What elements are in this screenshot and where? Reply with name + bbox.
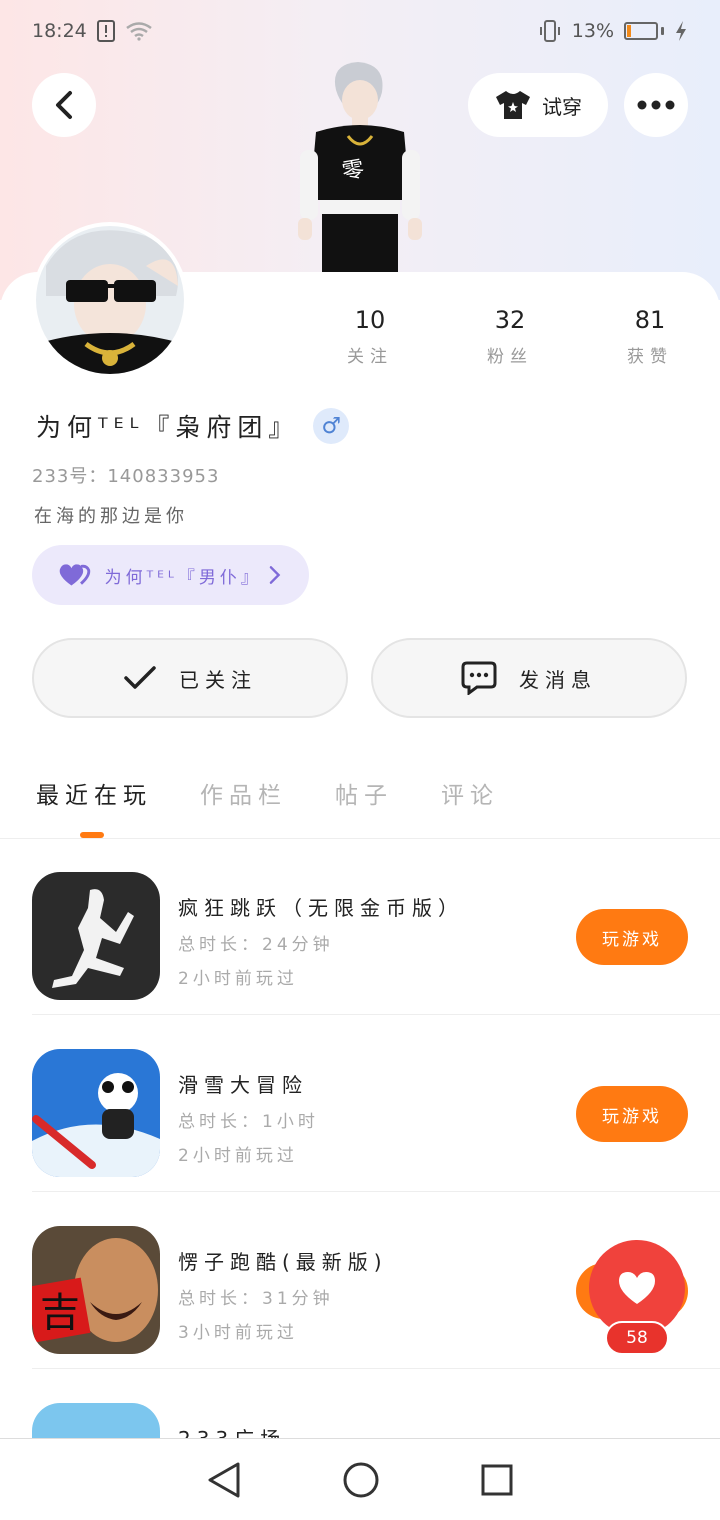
battery-fill bbox=[627, 25, 631, 37]
male-gender-icon: ♂ bbox=[313, 408, 350, 444]
check-icon bbox=[124, 666, 156, 689]
nav-back-icon[interactable] bbox=[206, 1461, 242, 1499]
charging-icon bbox=[676, 21, 686, 41]
nav-recents-icon[interactable] bbox=[480, 1463, 514, 1497]
following-button[interactable]: 已关注 bbox=[32, 638, 348, 718]
stat-fans[interactable]: 32 粉丝 bbox=[440, 306, 580, 367]
wifi-icon bbox=[126, 22, 152, 41]
try-on-button[interactable]: 试穿 bbox=[468, 73, 608, 137]
avatar-character: 零 bbox=[298, 62, 422, 275]
profile-page: 18:24 13% 零 试穿 10 关注 32 粉丝 81 获赞 为何ᵀᴱᴸ『枭… bbox=[0, 0, 720, 1520]
following-label: 关注 bbox=[347, 347, 393, 367]
following-button-label: 已关注 bbox=[179, 667, 257, 692]
following-count: 10 bbox=[354, 306, 386, 334]
game-icon-ski-safari bbox=[32, 1049, 160, 1177]
chat-bubble-icon bbox=[461, 661, 497, 695]
game-icon-crazy-jump bbox=[32, 872, 160, 1000]
status-bar: 18:24 13% bbox=[0, 0, 720, 62]
battery-icon bbox=[624, 22, 664, 40]
game-name: 愣子跑酷(最新版) bbox=[178, 1250, 388, 1274]
likes-label: 获赞 bbox=[627, 347, 673, 367]
status-time: 18:24 bbox=[32, 20, 87, 42]
avatar[interactable] bbox=[32, 222, 188, 378]
heart-pair-icon bbox=[59, 564, 91, 586]
relation-pill[interactable]: 为何ᵀᴱᴸ『男仆』 bbox=[32, 545, 309, 605]
svg-text:零: 零 bbox=[340, 157, 366, 185]
system-nav-bar bbox=[0, 1438, 720, 1520]
tab-recent-played[interactable]: 最近在玩 bbox=[36, 776, 152, 810]
alert-icon bbox=[96, 20, 115, 42]
stat-following[interactable]: 10 关注 bbox=[300, 306, 440, 367]
stat-likes[interactable]: 81 获赞 bbox=[580, 306, 720, 367]
game-duration: 总时长：24分钟 bbox=[178, 935, 334, 955]
profile-stats: 10 关注 32 粉丝 81 获赞 bbox=[300, 306, 720, 367]
likes-count: 81 bbox=[634, 306, 666, 334]
bio: 在海的那边是你 bbox=[34, 506, 188, 527]
heart-icon bbox=[619, 1272, 655, 1304]
battery-percent: 13% bbox=[571, 20, 614, 42]
vibrate-icon bbox=[539, 20, 560, 42]
svg-text:吉: 吉 bbox=[40, 1290, 80, 1336]
nickname-row: 为何ᵀᴱᴸ『枭府团』 ♂ bbox=[36, 408, 350, 444]
profile-tabs: 最近在玩 作品栏 帖子 评论 bbox=[36, 776, 547, 810]
game-duration: 总时长：1小时 bbox=[178, 1112, 319, 1132]
game-icon-runner: 吉 bbox=[32, 1226, 160, 1354]
tab-works[interactable]: 作品栏 bbox=[200, 776, 287, 810]
chevron-right-icon bbox=[270, 566, 281, 584]
nickname: 为何ᵀᴱᴸ『枭府团』 bbox=[36, 413, 300, 442]
game-name: 滑雪大冒险 bbox=[178, 1073, 308, 1097]
game-last-played: 3小时前玩过 bbox=[178, 1323, 298, 1343]
game-last-played: 2小时前玩过 bbox=[178, 1146, 298, 1166]
game-last-played: 2小时前玩过 bbox=[178, 969, 298, 989]
like-count: 58 bbox=[605, 1321, 669, 1355]
message-button-label: 发消息 bbox=[519, 667, 597, 692]
play-game-button[interactable]: 玩游戏 bbox=[576, 1086, 688, 1142]
relation-label: 为何ᵀᴱᴸ『男仆』 bbox=[104, 567, 262, 588]
fans-count: 32 bbox=[494, 306, 526, 334]
try-on-label: 试穿 bbox=[542, 94, 582, 119]
back-button[interactable] bbox=[32, 73, 96, 137]
user-id: 233号：140833953 bbox=[32, 466, 220, 487]
message-button[interactable]: 发消息 bbox=[371, 638, 687, 718]
more-button[interactable] bbox=[624, 73, 688, 137]
game-row[interactable]: 疯狂跳跃（无限金币版） 总时长：24分钟 2小时前玩过 玩游戏 bbox=[32, 838, 720, 1015]
game-row[interactable]: 滑雪大冒险 总时长：1小时 2小时前玩过 玩游戏 bbox=[32, 1015, 720, 1192]
more-dots-icon bbox=[637, 100, 675, 110]
back-arrow-icon bbox=[56, 91, 72, 119]
tab-posts[interactable]: 帖子 bbox=[335, 776, 393, 810]
game-name: 疯狂跳跃（无限金币版） bbox=[178, 896, 464, 920]
avatar-image bbox=[36, 226, 184, 374]
nav-home-icon[interactable] bbox=[342, 1461, 380, 1499]
status-right: 13% bbox=[538, 19, 688, 43]
status-left: 18:24 bbox=[32, 20, 153, 42]
fans-label: 粉丝 bbox=[487, 347, 533, 367]
tshirt-icon bbox=[496, 91, 530, 119]
play-game-button[interactable]: 玩游戏 bbox=[576, 909, 688, 965]
tab-comments[interactable]: 评论 bbox=[441, 776, 499, 810]
game-duration: 总时长：31分钟 bbox=[178, 1289, 334, 1309]
